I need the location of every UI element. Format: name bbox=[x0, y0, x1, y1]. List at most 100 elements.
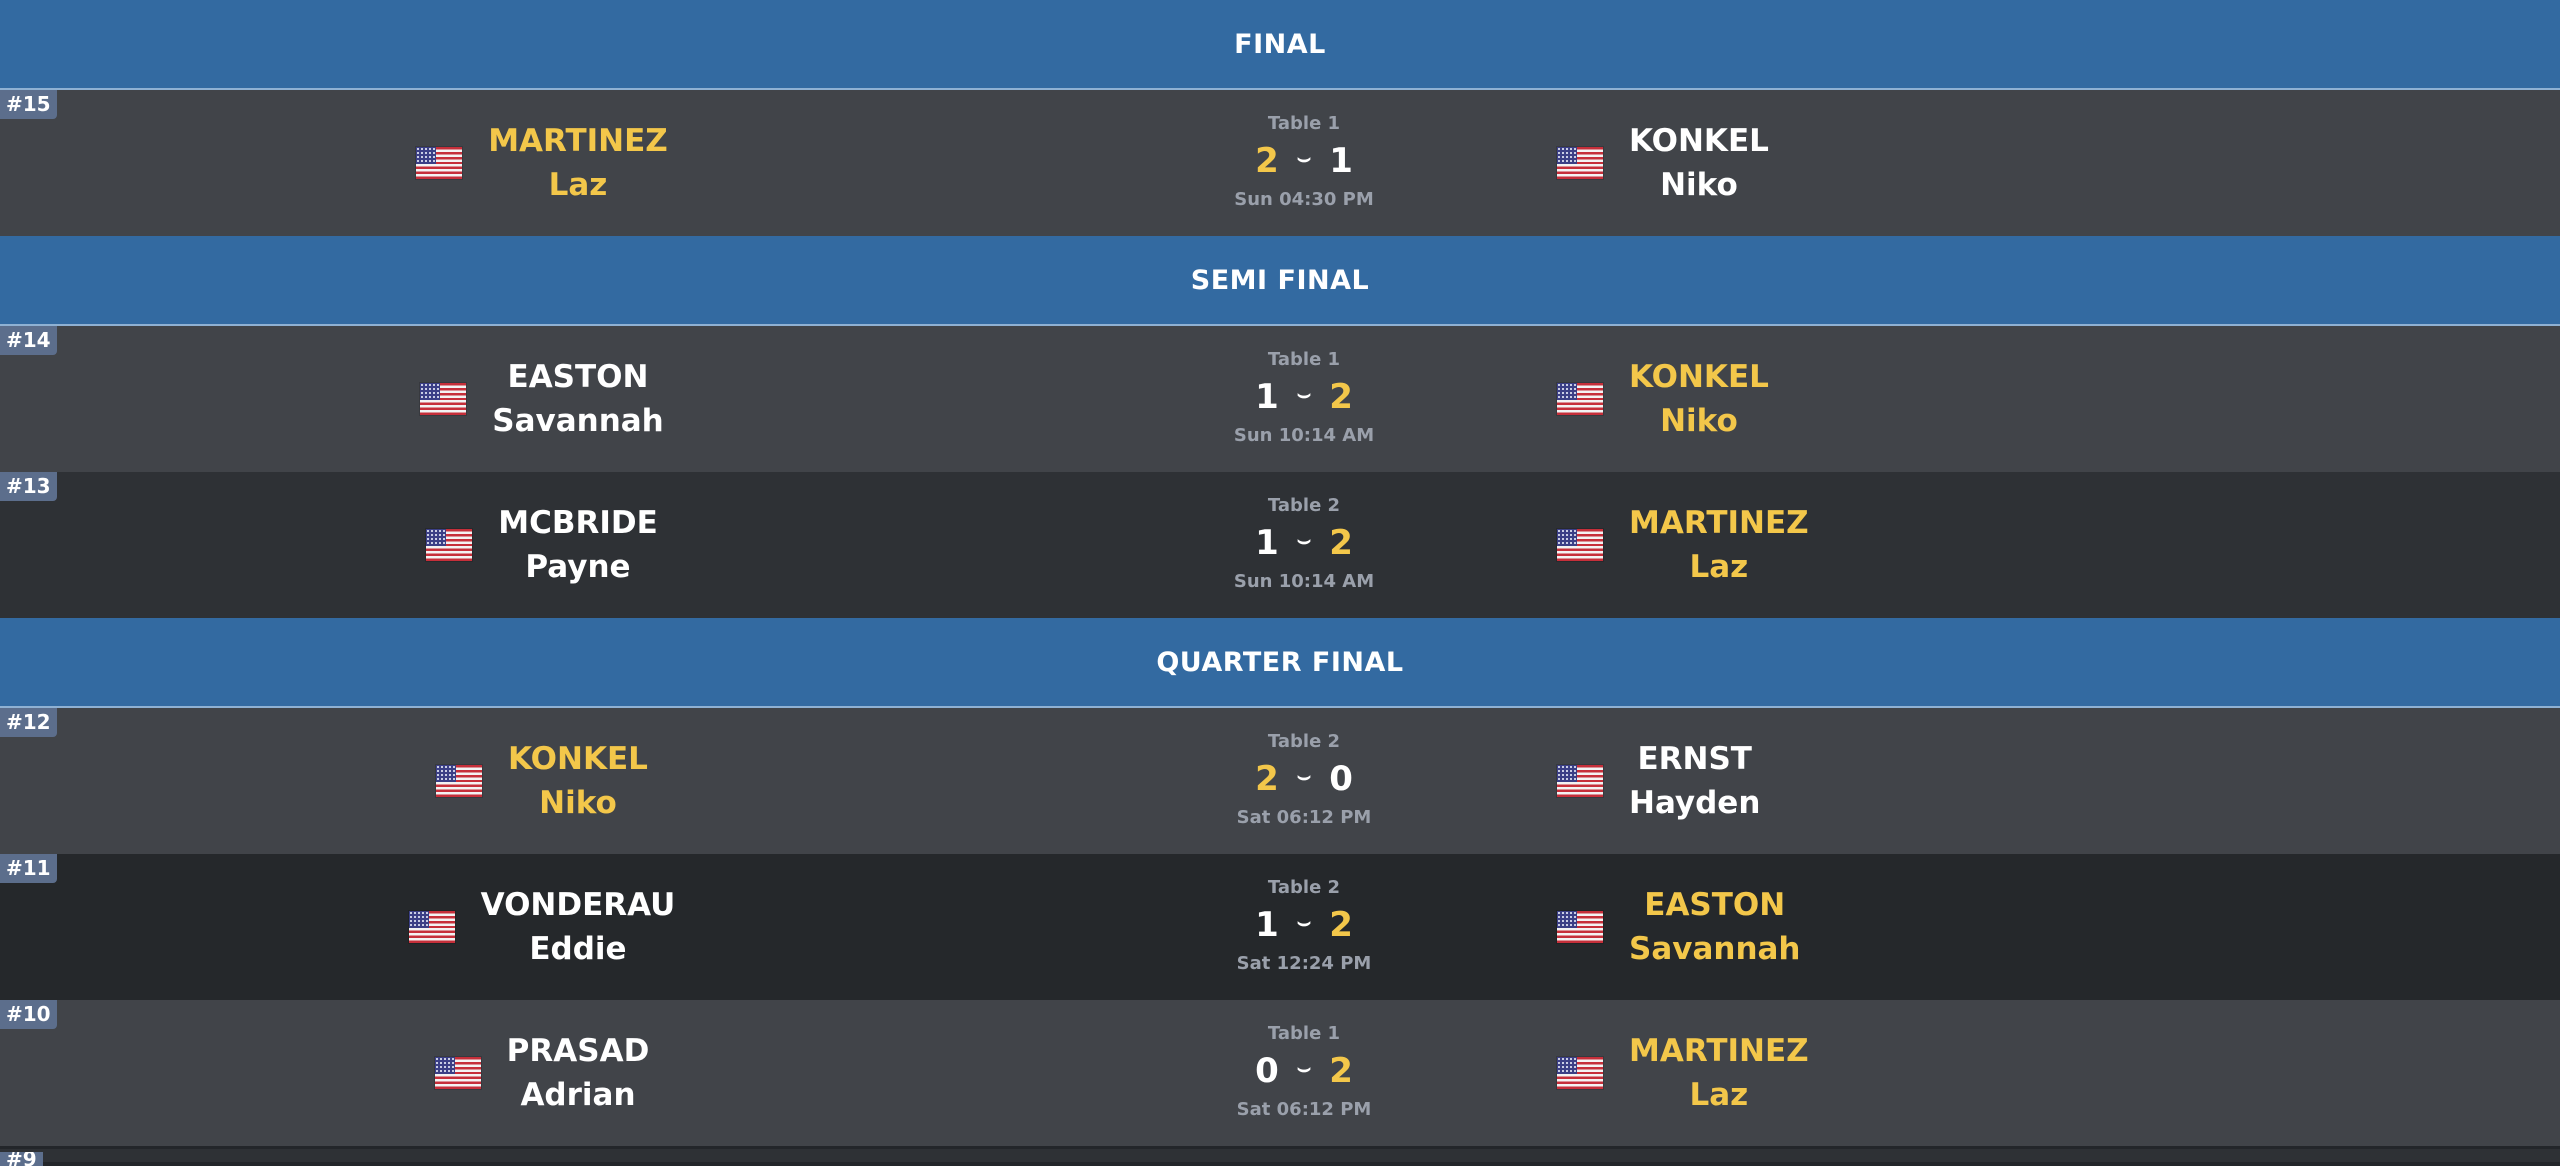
player-left[interactable]: VONDERAU Eddie bbox=[0, 854, 1084, 1000]
player-first-name: Savannah bbox=[1629, 931, 1801, 967]
match-center: Table 1 0 ⌣ 2 Sat 06:12 PM bbox=[1204, 1000, 1404, 1146]
score-left: 2 bbox=[1255, 141, 1279, 181]
player-name: ERNST Hayden bbox=[1629, 737, 1760, 825]
score-right: 2 bbox=[1329, 1051, 1353, 1091]
match-center: Table 2 2 ⌣ 0 Sat 06:12 PM bbox=[1204, 708, 1404, 854]
player-name: MARTINEZ Laz bbox=[488, 119, 668, 207]
table-label: Table 1 bbox=[1267, 1023, 1341, 1044]
player-right[interactable]: MARTINEZ Laz bbox=[1557, 1000, 2560, 1146]
player-last-name: EASTON bbox=[507, 359, 649, 395]
us-flag-icon bbox=[408, 911, 455, 943]
player-right[interactable]: KONKEL Niko bbox=[1557, 326, 2560, 472]
player-last-name: KONKEL bbox=[1629, 123, 1769, 159]
match-row[interactable]: #10 PRASAD Adrian MARTINEZ Laz Table 1 0 ⌣ 2 Sat … bbox=[0, 1000, 2560, 1146]
chevron-down-icon: ⌣ bbox=[1296, 381, 1312, 407]
match-center: Table 2 1 ⌣ 2 Sat 12:24 PM bbox=[1204, 854, 1404, 1000]
score: 1 ⌣ 2 bbox=[1255, 519, 1353, 567]
us-flag-icon bbox=[436, 765, 483, 797]
player-last-name: KONKEL bbox=[1629, 359, 1769, 395]
score: 2 ⌣ 0 bbox=[1255, 755, 1353, 803]
us-flag-icon bbox=[1557, 1057, 1603, 1089]
player-first-name: Laz bbox=[548, 167, 608, 203]
score-left: 0 bbox=[1255, 1051, 1279, 1091]
match-time: Sat 06:12 PM bbox=[1236, 1099, 1372, 1120]
player-left[interactable]: EASTON Savannah bbox=[0, 326, 1084, 472]
score-right: 0 bbox=[1329, 759, 1353, 799]
score-left: 1 bbox=[1255, 523, 1279, 563]
match-row[interactable]: #13 MCBRIDE Payne MARTINEZ Laz Table 2 1 ⌣ 2 Sun … bbox=[0, 472, 2560, 618]
player-name: KONKEL Niko bbox=[508, 737, 648, 825]
player-name: EASTON Savannah bbox=[492, 355, 664, 443]
player-last-name: MCBRIDE bbox=[498, 505, 658, 541]
score-right: 1 bbox=[1329, 141, 1353, 181]
player-first-name: Laz bbox=[1689, 1077, 1749, 1113]
round-header: FINAL bbox=[0, 0, 2560, 90]
player-left[interactable]: KONKEL Niko bbox=[0, 708, 1084, 854]
player-right[interactable]: KONKEL Niko bbox=[1557, 90, 2560, 236]
match-row[interactable]: #14 EASTON Savannah KONKEL Niko Table 1 1 ⌣ 2 Sun… bbox=[0, 326, 2560, 472]
round-header: SEMI FINAL bbox=[0, 236, 2560, 326]
score: 1 ⌣ 2 bbox=[1255, 373, 1353, 421]
table-label: Table 1 bbox=[1267, 113, 1341, 134]
us-flag-icon bbox=[434, 1057, 481, 1089]
match-center: Table 2 1 ⌣ 2 Sun 10:14 AM bbox=[1204, 472, 1404, 618]
us-flag-icon bbox=[1557, 383, 1603, 415]
score-left: 1 bbox=[1255, 377, 1279, 417]
us-flag-icon bbox=[420, 383, 467, 415]
chevron-down-icon: ⌣ bbox=[1296, 909, 1312, 935]
player-name: EASTON Savannah bbox=[1629, 883, 1801, 971]
table-label: Table 2 bbox=[1267, 495, 1341, 516]
player-name: KONKEL Niko bbox=[1629, 119, 1769, 207]
score-left: 1 bbox=[1255, 905, 1279, 945]
player-first-name: Adrian bbox=[520, 1077, 636, 1113]
player-first-name: Laz bbox=[1689, 549, 1749, 585]
round-header: QUARTER FINAL bbox=[0, 618, 2560, 708]
player-right[interactable]: MARTINEZ Laz bbox=[1557, 472, 2560, 618]
player-name: MCBRIDE Payne bbox=[498, 501, 658, 589]
bracket-list: FINAL #15 MARTINEZ Laz KONKEL Niko Table 1 2 ⌣ 1 S… bbox=[0, 0, 2560, 1162]
player-last-name: MARTINEZ bbox=[1629, 1033, 1809, 1069]
partial-match-row bbox=[0, 1149, 2560, 1162]
match-time: Sat 12:24 PM bbox=[1236, 953, 1372, 974]
us-flag-icon bbox=[1557, 765, 1603, 797]
match-center: Table 1 1 ⌣ 2 Sun 10:14 AM bbox=[1204, 326, 1404, 472]
player-first-name: Niko bbox=[539, 785, 617, 821]
player-last-name: PRASAD bbox=[506, 1033, 650, 1069]
chevron-down-icon: ⌣ bbox=[1296, 145, 1312, 171]
player-first-name: Eddie bbox=[529, 931, 627, 967]
chevron-down-icon: ⌣ bbox=[1296, 763, 1312, 789]
match-center: Table 1 2 ⌣ 1 Sun 04:30 PM bbox=[1204, 90, 1404, 236]
match-time: Sat 06:12 PM bbox=[1236, 807, 1372, 828]
player-left[interactable]: MARTINEZ Laz bbox=[0, 90, 1084, 236]
player-last-name: MARTINEZ bbox=[1629, 505, 1809, 541]
match-time: Sun 10:14 AM bbox=[1233, 571, 1375, 592]
player-left[interactable]: PRASAD Adrian bbox=[0, 1000, 1084, 1146]
player-name: PRASAD Adrian bbox=[507, 1029, 650, 1117]
player-first-name: Payne bbox=[525, 549, 631, 585]
player-last-name: EASTON bbox=[1644, 887, 1786, 923]
player-name: KONKEL Niko bbox=[1629, 355, 1769, 443]
partial-match-number: #9 bbox=[0, 1152, 43, 1166]
player-name: MARTINEZ Laz bbox=[1629, 1029, 1809, 1117]
match-time: Sun 10:14 AM bbox=[1233, 425, 1375, 446]
table-label: Table 2 bbox=[1267, 731, 1341, 752]
player-last-name: KONKEL bbox=[508, 741, 648, 777]
player-right[interactable]: ERNST Hayden bbox=[1557, 708, 2560, 854]
player-last-name: MARTINEZ bbox=[488, 123, 668, 159]
player-right[interactable]: EASTON Savannah bbox=[1557, 854, 2560, 1000]
us-flag-icon bbox=[1557, 147, 1603, 179]
chevron-down-icon: ⌣ bbox=[1296, 527, 1312, 553]
score-left: 2 bbox=[1255, 759, 1279, 799]
player-left[interactable]: MCBRIDE Payne bbox=[0, 472, 1084, 618]
player-name: VONDERAU Eddie bbox=[481, 883, 676, 971]
us-flag-icon bbox=[1557, 911, 1603, 943]
match-row[interactable]: #12 KONKEL Niko ERNST Hayden Table 2 2 ⌣ 0 Sat 06… bbox=[0, 708, 2560, 854]
player-first-name: Niko bbox=[1660, 403, 1738, 439]
table-label: Table 1 bbox=[1267, 349, 1341, 370]
score-right: 2 bbox=[1329, 377, 1353, 417]
match-row[interactable]: #15 MARTINEZ Laz KONKEL Niko Table 1 2 ⌣ 1 Sun 04… bbox=[0, 90, 2560, 236]
us-flag-icon bbox=[426, 529, 473, 561]
table-label: Table 2 bbox=[1267, 877, 1341, 898]
player-name: MARTINEZ Laz bbox=[1629, 501, 1809, 589]
match-row[interactable]: #11 VONDERAU Eddie EASTON Savannah Table 2 1 ⌣ 2… bbox=[0, 854, 2560, 1000]
